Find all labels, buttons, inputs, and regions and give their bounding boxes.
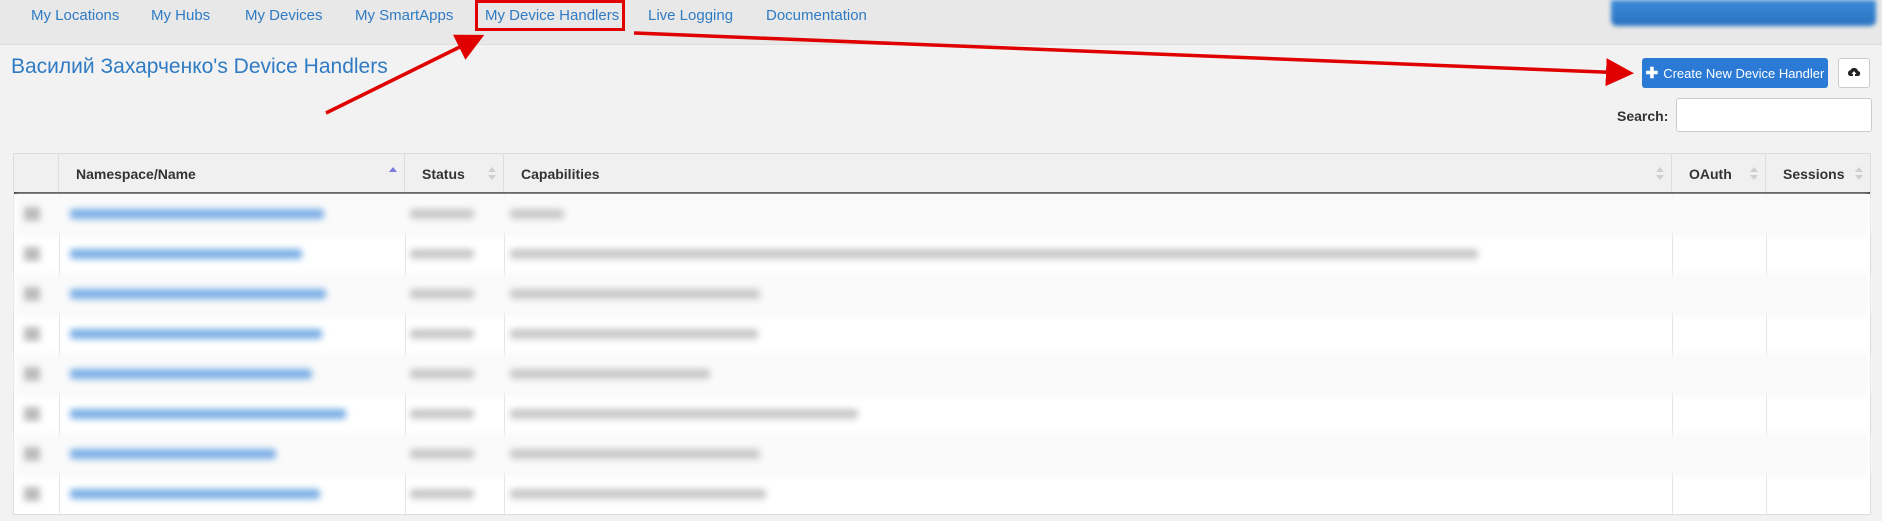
row-capabilities — [510, 329, 758, 339]
column-header-status[interactable]: Status — [405, 154, 504, 192]
table-row[interactable] — [14, 394, 1870, 434]
column-header-sessions[interactable]: Sessions — [1766, 154, 1870, 192]
row-icon — [24, 247, 40, 261]
row-capabilities — [510, 369, 710, 379]
row-name-link[interactable] — [70, 209, 324, 219]
device-handlers-table: Namespace/Name Status Capabilities OAuth… — [13, 153, 1871, 516]
column-header-namespace-name[interactable]: Namespace/Name — [59, 154, 405, 192]
row-name-link[interactable] — [70, 289, 326, 299]
nav-my-devices[interactable]: My Devices — [245, 7, 323, 24]
row-icon — [24, 487, 40, 501]
plus-icon: ✚ — [1645, 65, 1659, 82]
row-name-link[interactable] — [70, 249, 302, 259]
row-name-link[interactable] — [70, 369, 312, 379]
row-status — [410, 489, 474, 499]
column-label: Sessions — [1783, 166, 1845, 182]
row-name-link[interactable] — [70, 489, 320, 499]
table-row[interactable] — [14, 354, 1870, 394]
sort-icon — [1855, 167, 1863, 181]
search-label: Search: — [1617, 108, 1669, 124]
nav-documentation[interactable]: Documentation — [766, 7, 867, 24]
nav-my-locations[interactable]: My Locations — [31, 7, 119, 24]
column-label: Status — [422, 166, 465, 182]
table-row[interactable] — [14, 234, 1870, 274]
search-input[interactable] — [1676, 98, 1872, 132]
table-header: Namespace/Name Status Capabilities OAuth… — [14, 154, 1870, 194]
row-capabilities — [510, 489, 766, 499]
table-row[interactable] — [14, 194, 1870, 234]
nav-live-logging[interactable]: Live Logging — [648, 7, 733, 24]
sort-icon — [488, 167, 496, 181]
page-title: Василий Захарченко's Device Handlers — [11, 55, 388, 78]
row-icon — [24, 447, 40, 461]
row-icon — [24, 367, 40, 381]
row-status — [410, 369, 474, 379]
row-name-link[interactable] — [70, 449, 276, 459]
row-icon — [24, 287, 40, 301]
table-row[interactable] — [14, 274, 1870, 314]
column-header-oauth[interactable]: OAuth — [1672, 154, 1766, 192]
row-status — [410, 249, 474, 259]
create-button-label: Create New Device Handler — [1663, 65, 1825, 81]
cloud-upload-icon — [1847, 67, 1861, 78]
column-label: Namespace/Name — [76, 166, 196, 182]
row-status — [410, 289, 474, 299]
sort-icon — [1656, 167, 1664, 181]
column-label: Capabilities — [521, 166, 600, 182]
row-status — [410, 449, 474, 459]
table-row[interactable] — [14, 434, 1870, 474]
create-new-device-handler-button[interactable]: ✚ Create New Device Handler — [1642, 58, 1828, 88]
column-header-capabilities[interactable]: Capabilities — [504, 154, 1672, 192]
sort-icon — [1750, 167, 1758, 181]
nav-my-device-handlers[interactable]: My Device Handlers — [485, 7, 619, 24]
row-capabilities — [510, 449, 760, 459]
row-capabilities — [510, 409, 858, 419]
row-icon — [24, 207, 40, 221]
row-capabilities — [510, 289, 760, 299]
column-header-select — [14, 154, 59, 192]
row-icon — [24, 407, 40, 421]
top-navigation: My Locations My Hubs My Devices My Smart… — [0, 0, 1882, 45]
sort-ascending-icon — [389, 167, 397, 181]
row-capabilities — [510, 209, 564, 219]
row-status — [410, 209, 474, 219]
row-status — [410, 409, 474, 419]
table-row[interactable] — [14, 314, 1870, 354]
row-name-link[interactable] — [70, 409, 346, 419]
row-status — [410, 329, 474, 339]
column-label: OAuth — [1689, 166, 1732, 182]
table-body — [14, 194, 1870, 516]
upload-button[interactable] — [1838, 58, 1870, 88]
row-capabilities — [510, 249, 1478, 259]
nav-my-smartapps[interactable]: My SmartApps — [355, 7, 453, 24]
row-icon — [24, 327, 40, 341]
account-button[interactable] — [1611, 0, 1876, 26]
nav-my-hubs[interactable]: My Hubs — [151, 7, 210, 24]
row-name-link[interactable] — [70, 329, 322, 339]
table-row[interactable] — [14, 474, 1870, 514]
